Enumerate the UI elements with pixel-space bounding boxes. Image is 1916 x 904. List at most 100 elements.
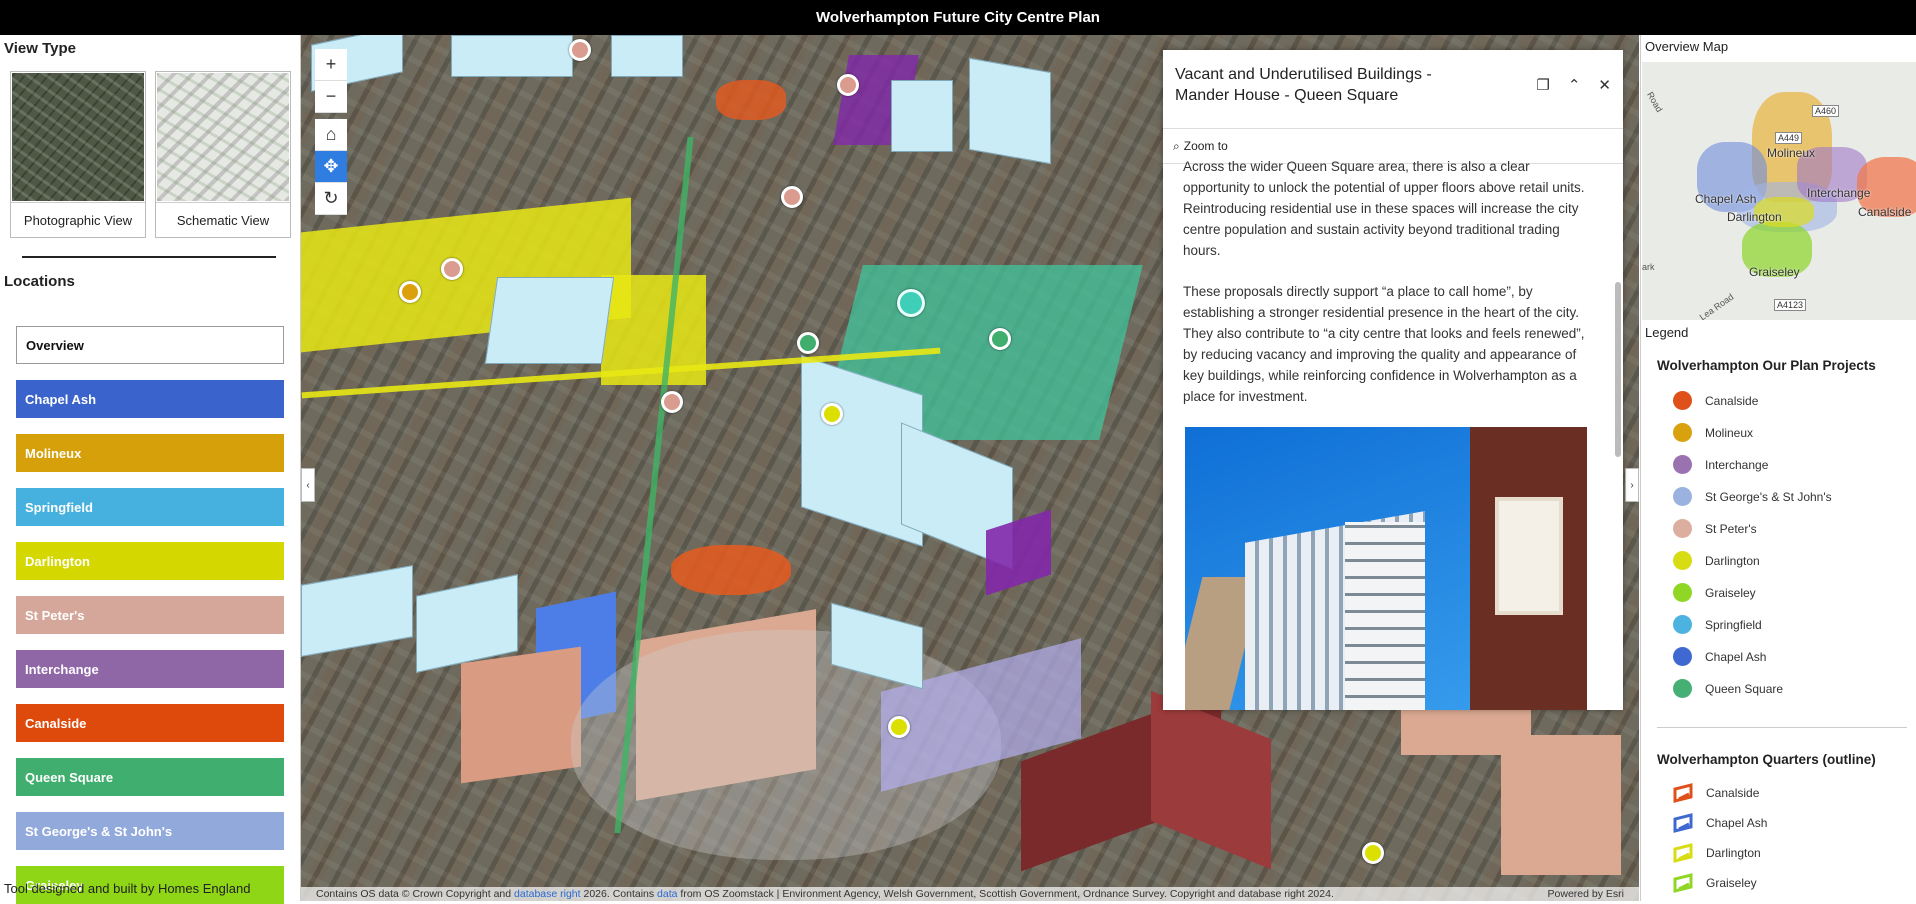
pan-button[interactable]: ✥ (315, 151, 347, 183)
map-attribution: Contains OS data © Crown Copyright and d… (301, 887, 1639, 901)
legend-swatch (1673, 615, 1692, 634)
legend-label: Interchange (1705, 457, 1769, 472)
ov-label: Molineux (1767, 146, 1816, 160)
home-button[interactable]: ⌂ (315, 119, 347, 151)
home-icon: ⌂ (325, 124, 337, 144)
canalside-area (671, 545, 791, 595)
ov-label: Canalside (1858, 205, 1912, 219)
queen-square-marker[interactable] (797, 332, 819, 354)
legend-divider (1657, 727, 1907, 728)
legend-swatch (1673, 455, 1692, 474)
location-button-interchange[interactable]: Interchange (16, 650, 284, 688)
map-toolbar: + − ⌂ ✥ ↻ (315, 49, 347, 215)
location-button-st-george-s-st-john-s[interactable]: St George's & St John's (16, 812, 284, 850)
location-button-darlington[interactable]: Darlington (16, 542, 284, 580)
photographic-view-button[interactable]: Photographic View (10, 71, 146, 238)
legend-swatch (1673, 647, 1692, 666)
rotate-button[interactable]: ↻ (315, 183, 347, 215)
database-right-link[interactable]: database right (514, 888, 581, 900)
legend-label: Graiseley (1705, 585, 1756, 600)
legend-label: Darlington (1705, 553, 1760, 568)
schematic-view-button[interactable]: Schematic View (155, 71, 291, 238)
ov-label: Interchange (1807, 186, 1871, 200)
legend-label: St Peter's (1705, 521, 1757, 536)
legend-item: Interchange (1673, 455, 1768, 474)
location-button-queen-square[interactable]: Queen Square (16, 758, 284, 796)
scroll-thumb[interactable] (1615, 282, 1621, 457)
legend-label: Chapel Ash (1706, 816, 1768, 830)
location-label: Overview (26, 337, 84, 353)
dock-icon[interactable]: ❐ (1536, 76, 1549, 94)
pan-icon: ✥ (323, 156, 339, 176)
powered-by-esri[interactable]: Powered by Esri (1548, 888, 1624, 900)
selected-marker[interactable] (897, 289, 925, 317)
location-button-springfield[interactable]: Springfield (16, 488, 284, 526)
location-button-canalside[interactable]: Canalside (16, 704, 284, 742)
ov-label: Darlington (1727, 210, 1782, 224)
close-icon[interactable]: ✕ (1598, 76, 1611, 94)
st-peters-marker[interactable] (441, 258, 463, 280)
location-label: Molineux (25, 445, 82, 461)
location-button-chapel-ash[interactable]: Chapel Ash (16, 380, 284, 418)
legend-item: Darlington (1673, 843, 1761, 863)
ov-road-shield: A449 (1775, 132, 1803, 144)
popup-content: Across the wider Queen Square area, ther… (1183, 156, 1593, 427)
attribution-mid: 2026. Contains (580, 888, 658, 900)
building (611, 35, 683, 77)
location-label: Chapel Ash (25, 391, 97, 407)
building (451, 35, 573, 77)
schematic-thumbnail (157, 73, 289, 201)
queen-square-marker[interactable] (989, 328, 1011, 350)
attribution-prefix: Contains OS data © Crown Copyright and (316, 888, 512, 900)
legend-swatch (1673, 583, 1692, 602)
legend-label: Darlington (1706, 846, 1761, 860)
molineux-marker[interactable] (399, 281, 421, 303)
darlington-marker[interactable] (1362, 842, 1384, 864)
legend-item: Chapel Ash (1673, 813, 1767, 833)
st-peters-marker[interactable] (781, 186, 803, 208)
location-label: Springfield (25, 499, 93, 515)
legend-item: Chapel Ash (1673, 647, 1766, 666)
residential-block (1151, 690, 1271, 870)
legend-item: Queen Square (1673, 679, 1783, 698)
outline-swatch (1673, 843, 1693, 863)
location-button-st-peter-s[interactable]: St Peter's (16, 596, 284, 634)
legend-label: Springfield (1705, 617, 1762, 632)
ov-road-shield: A460 (1812, 105, 1840, 117)
legend-label: Molineux (1705, 425, 1754, 440)
zoom-in-button[interactable]: + (315, 49, 347, 81)
data-link[interactable]: data (657, 888, 677, 900)
rotate-icon: ↻ (323, 188, 339, 208)
ov-road-label: Lea Road (1697, 291, 1736, 320)
st-peters-marker[interactable] (837, 74, 859, 96)
zoom-out-button[interactable]: − (315, 81, 347, 113)
legend-heading: Legend (1645, 325, 1689, 340)
legend-item: St Peter's (1673, 519, 1757, 538)
overview-map[interactable]: Molineux Chapel Ash Interchange Darlingt… (1642, 62, 1916, 320)
photographic-view-label: Photographic View (11, 202, 145, 237)
popup-scrollbar[interactable] (1615, 162, 1621, 707)
legend-item: Graiseley (1673, 583, 1756, 602)
zoom-in-magnifier-icon: ⌕ (1173, 138, 1180, 153)
feature-popup: Vacant and Underutilised Buildings - Man… (1163, 50, 1623, 710)
canalside-area (716, 80, 786, 120)
location-button-molineux[interactable]: Molineux (16, 434, 284, 472)
darlington-marker[interactable] (821, 403, 843, 425)
collapse-right-panel-button[interactable]: › (1625, 468, 1639, 502)
st-peters-marker[interactable] (569, 39, 591, 61)
collapse-left-panel-button[interactable]: ‹ (301, 468, 315, 502)
collapse-icon[interactable]: ⌃ (1568, 76, 1581, 94)
credit-note: Tool designed and built by Homes England (4, 881, 251, 896)
minus-icon: − (325, 86, 337, 106)
quarters-legend-title: Wolverhampton Quarters (outline) (1657, 752, 1876, 767)
legend-swatch (1673, 487, 1692, 506)
popup-paragraph: Across the wider Queen Square area, ther… (1183, 159, 1585, 258)
legend-item: Canalside (1673, 783, 1759, 803)
building (969, 57, 1051, 165)
darlington-marker[interactable] (888, 716, 910, 738)
popup-paragraph: These proposals directly support “a plac… (1183, 284, 1585, 404)
section-divider (22, 256, 276, 258)
st-peters-marker[interactable] (661, 391, 683, 413)
popup-actions: ❐ ⌃ ✕ (1536, 76, 1611, 94)
location-button-overview[interactable]: Overview (16, 326, 284, 364)
